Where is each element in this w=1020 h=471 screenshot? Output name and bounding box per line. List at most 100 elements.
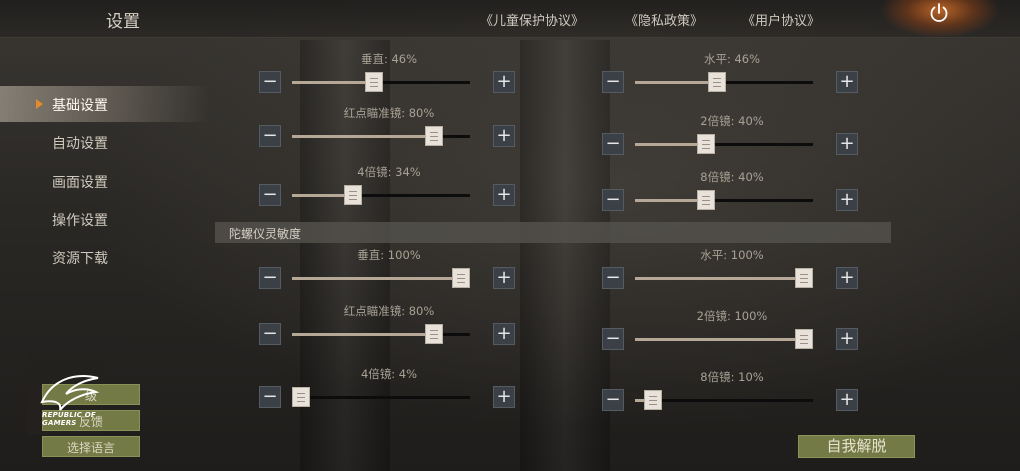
plus-button[interactable]: + [836,389,858,411]
sidebar-item-label: 画面设置 [52,175,108,191]
sidebar-item-graphics[interactable]: 画面设置 [0,163,210,199]
slider-track[interactable] [635,329,813,349]
slider-fill [292,81,374,84]
slider-label: 2倍镜: 40% [700,114,764,128]
slider-label: 红点瞄准镜: 80% [343,304,435,318]
sidebar-item-label: 操作设置 [52,213,108,229]
slider-label: 垂直: 46% [360,52,418,66]
brand-line2: GAMERS [42,419,77,427]
plus-button[interactable]: + [836,71,858,93]
minus-button[interactable]: − [259,71,281,93]
slider-label: 4倍镜: 34% [357,165,421,179]
plus-button[interactable]: + [836,133,858,155]
rog-brand-text: REPUBLIC OF GAMERS [42,411,96,427]
slider-track[interactable] [635,190,813,210]
plus-button[interactable]: + [493,386,515,408]
slider-track[interactable] [292,72,470,92]
minus-button[interactable]: − [602,328,624,350]
slider-track[interactable] [292,268,470,288]
slider-fill [292,333,435,336]
plus-button[interactable]: + [493,125,515,147]
slider-handle[interactable] [795,329,813,349]
brand-line1: REPUBLIC OF [42,411,96,419]
plus-button[interactable]: + [836,189,858,211]
slider-track[interactable] [635,390,813,410]
sidebar-item-downloads[interactable]: 资源下载 [0,239,210,275]
slider-row-4x: 4倍镜: 34% − + [259,164,521,224]
plus-button[interactable]: + [493,184,515,206]
slider-track[interactable] [635,72,813,92]
sidebar-item-label: 自动设置 [52,136,108,152]
plus-button[interactable]: + [493,323,515,345]
button-label: 选择语言 [66,441,115,455]
minus-button[interactable]: − [259,125,281,147]
section-title: 陀螺仪灵敏度 [229,227,302,241]
slider-label: 垂直: 100% [357,248,421,262]
slider-handle[interactable] [343,185,362,205]
escape-button[interactable]: 自我解脱 [798,435,915,458]
slider-handle[interactable] [707,72,726,92]
slider-track[interactable] [292,126,470,146]
slider-label: 2倍镜: 100% [696,309,768,323]
select-language-button[interactable]: 选择语言 [42,436,140,457]
minus-button[interactable]: − [602,189,624,211]
slider-fill [635,199,707,202]
slider-fill [635,338,813,341]
slider-row-2x: 2倍镜: 40% − + [602,113,864,173]
power-icon[interactable] [928,2,950,24]
slider-fill [635,81,717,84]
slider-track[interactable] [292,185,470,205]
sidebar-item-label: 资源下载 [52,251,108,267]
minus-button[interactable]: − [259,323,281,345]
top-bar: 设置 《儿童保护协议》 《隐私政策》 《用户协议》 [0,0,1020,38]
slider-row-8x: 8倍镜: 40% − + [602,169,864,229]
nav-arrow-icon [36,99,43,109]
gyro-slider-row-2x: 2倍镜: 100% − + [602,308,864,368]
gyro-slider-row-horizontal: 水平: 100% − + [602,247,864,307]
child-protection-link[interactable]: 《儿童保护协议》 [480,10,584,29]
minus-button[interactable]: − [259,386,281,408]
minus-button[interactable]: − [259,184,281,206]
minus-button[interactable]: − [259,267,281,289]
gyro-slider-row-vertical: 垂直: 100% − + [259,247,521,307]
gyro-slider-row-8x: 8倍镜: 10% − + [602,369,864,429]
slider-handle[interactable] [292,387,310,407]
user-agreement-link[interactable]: 《用户协议》 [742,10,820,29]
minus-button[interactable]: − [602,389,624,411]
sidebar-item-controls[interactable]: 操作设置 [0,201,210,237]
plus-button[interactable]: + [493,71,515,93]
minus-button[interactable]: − [602,71,624,93]
slider-track[interactable] [292,324,470,344]
sidebar-item-basic[interactable]: 基础设置 [0,86,210,122]
slider-handle[interactable] [643,390,662,410]
slider-handle[interactable] [697,134,716,154]
slider-fill [635,143,707,146]
minus-button[interactable]: − [602,267,624,289]
plus-button[interactable]: + [493,267,515,289]
slider-track[interactable] [635,268,813,288]
slider-handle[interactable] [795,268,813,288]
slider-row-vertical: 垂直: 46% − + [259,51,521,111]
slider-handle[interactable] [697,190,716,210]
gyro-slider-row-4x: 4倍镜: 4% − + [259,366,521,426]
plus-button[interactable]: + [836,267,858,289]
slider-fill [292,277,470,280]
slider-fill [635,277,813,280]
slider-handle[interactable] [425,324,444,344]
minus-button[interactable]: − [602,133,624,155]
slider-handle[interactable] [452,268,470,288]
slider-fill [292,135,435,138]
page-title: 设置 [106,12,140,32]
sidebar-item-label: 基础设置 [52,98,108,114]
gyro-slider-row-red-dot: 红点瞄准镜: 80% − + [259,303,521,363]
slider-handle[interactable] [364,72,383,92]
slider-handle[interactable] [425,126,444,146]
privacy-policy-link[interactable]: 《隐私政策》 [625,10,703,29]
plus-button[interactable]: + [836,328,858,350]
slider-label: 8倍镜: 10% [700,370,764,384]
slider-track[interactable] [635,134,813,154]
sidebar-item-auto[interactable]: 自动设置 [0,124,210,160]
slider-label: 红点瞄准镜: 80% [343,106,435,120]
gyro-section-header: 陀螺仪灵敏度 [215,222,891,243]
slider-track[interactable] [292,387,470,407]
